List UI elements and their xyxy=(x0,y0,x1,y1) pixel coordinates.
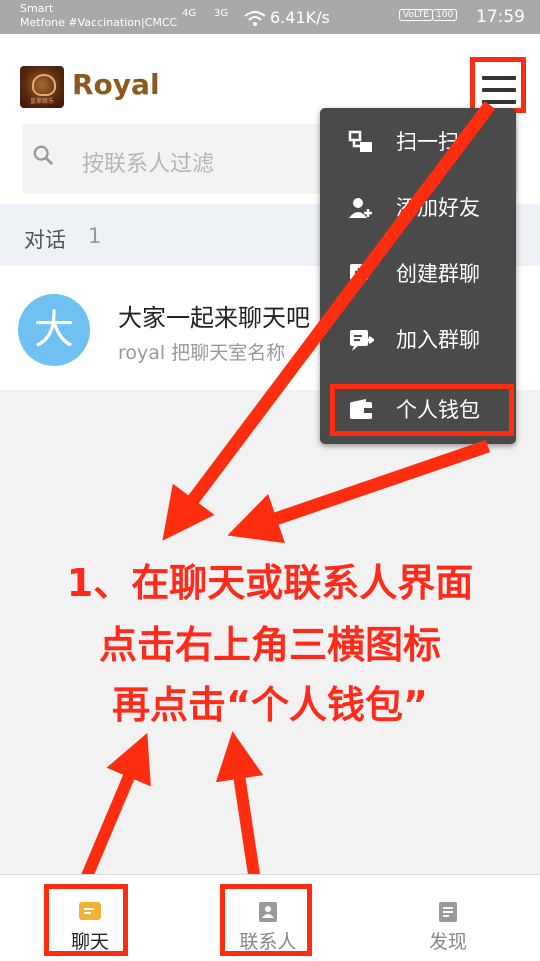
create-group-icon xyxy=(350,264,368,285)
chat-tab-highlight xyxy=(44,884,128,956)
instruction-line-1: 1、在聊天或联系人界面 xyxy=(66,561,474,605)
menu-item-join-group[interactable]: 加入群聊 xyxy=(320,306,516,372)
wallet-highlight xyxy=(330,384,514,436)
volte-badge: VoLTE xyxy=(399,9,433,21)
signal-3g-icon: 3G xyxy=(214,8,229,19)
menu-item-label: 加入群聊 xyxy=(396,328,480,352)
menu-item-label: 添加好友 xyxy=(396,196,480,220)
section-title: 对话 xyxy=(24,228,66,252)
join-group-icon xyxy=(350,330,374,351)
menu-item-label: 扫一扫 xyxy=(396,130,459,154)
instruction-line-2: 点击右上角三横图标 xyxy=(98,623,441,667)
menu-item-scan[interactable]: 扫一扫 xyxy=(320,108,516,174)
menu-item-create-group[interactable]: 创建群聊 xyxy=(320,240,516,306)
tab-discover[interactable]: 发现 xyxy=(388,875,508,961)
search-icon xyxy=(33,145,54,166)
scan-icon xyxy=(348,130,372,152)
tab-label: 发现 xyxy=(428,931,467,953)
arrow-from-contacts-tab xyxy=(215,731,264,889)
arrow-to-wallet xyxy=(227,439,491,544)
carrier-name-secondary: Metfone #Vaccination|CMCC xyxy=(20,16,178,29)
network-speed: 6.41K/s xyxy=(270,8,330,27)
wifi-icon xyxy=(244,11,266,26)
menu-icon-highlight xyxy=(470,57,526,113)
status-bar: Smart Metfone #Vaccination|CMCC 4G 3G 6.… xyxy=(0,0,540,34)
app-logo: 皇家娱乐 xyxy=(20,66,64,108)
menu-item-add-friend[interactable]: 添加好友 xyxy=(320,174,516,240)
add-friend-icon xyxy=(349,198,372,218)
signal-4g-icon: 4G xyxy=(182,8,197,19)
instruction-line-3: 再点击“个人钱包” xyxy=(112,683,428,727)
clock: 17:59 xyxy=(476,7,525,27)
menu-item-label: 创建群聊 xyxy=(396,262,480,286)
carrier-name: Smart xyxy=(20,2,54,15)
avatar: 大 xyxy=(18,294,90,366)
section-count: 1 xyxy=(88,224,102,248)
app-title: Royal xyxy=(72,68,160,101)
battery-icon: 100 xyxy=(432,9,458,21)
logo-caption: 皇家娱乐 xyxy=(29,98,54,105)
search-placeholder: 按联系人过滤 xyxy=(82,152,215,177)
conversation-preview: royal 把聊天室名称 xyxy=(118,342,286,364)
contacts-tab-highlight xyxy=(220,884,312,956)
arrow-from-chat-tab xyxy=(76,732,151,891)
discover-icon xyxy=(439,902,457,922)
conversation-title: 大家一起来聊天吧 xyxy=(118,304,310,332)
